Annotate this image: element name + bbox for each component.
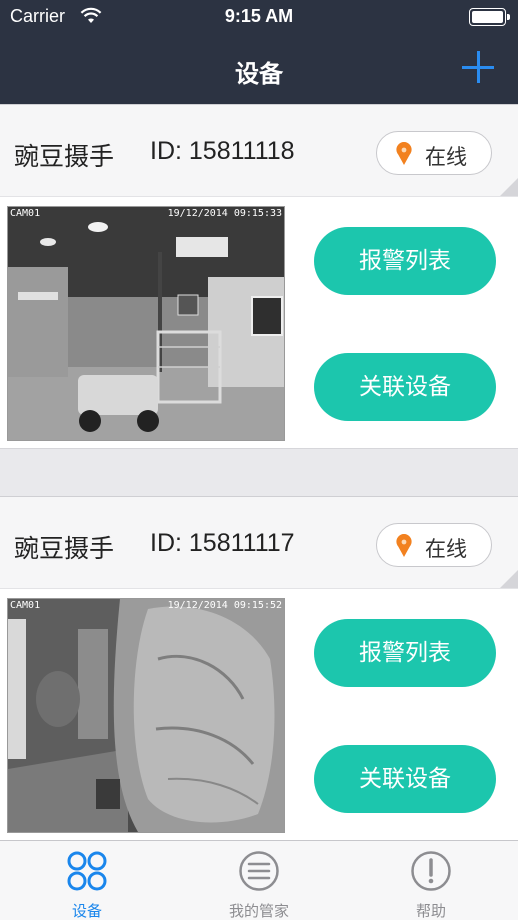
tab-label: 帮助 [415, 902, 446, 920]
status-bar: Carrier 9:15 AM [0, 0, 518, 34]
online-status-badge: 在线 [376, 131, 492, 175]
battery-icon [469, 8, 510, 26]
device-id: ID: 15811118 [150, 137, 295, 165]
linked-devices-button[interactable]: 关联设备 [314, 353, 496, 421]
tab-help[interactable]: 帮助 [345, 841, 517, 920]
add-device-button[interactable] [462, 51, 494, 83]
expand-corner-indicator [500, 178, 518, 196]
alarm-list-button[interactable]: 报警列表 [314, 227, 496, 295]
camera-timestamp: 19/12/2014 09:15:33 [167, 208, 282, 219]
online-status-badge: 在线 [376, 523, 492, 567]
device-card-body: CAM01 19/12/2014 09:15:33 报警列表 关联设备 [0, 197, 518, 449]
tab-label: 设备 [71, 902, 102, 920]
status-text: 在线 [425, 145, 467, 169]
linked-devices-button[interactable]: 关联设备 [314, 745, 496, 813]
device-id: ID: 15811117 [150, 529, 295, 557]
device-name: 豌豆摄手 [14, 142, 115, 171]
location-pin-icon [396, 534, 412, 557]
camera-label: CAM01 [10, 600, 41, 611]
camera-snapshot-image [8, 599, 284, 832]
alarm-list-button[interactable]: 报警列表 [314, 619, 496, 687]
device-card-header[interactable]: 豌豆摄手 ID: 15811118 在线 [0, 104, 518, 197]
clock-time: 9:15 AM [224, 6, 294, 26]
navigation-bar: 设备 [0, 34, 518, 104]
camera-timestamp: 19/12/2014 09:15:52 [167, 600, 282, 611]
status-text: 在线 [425, 537, 467, 561]
tab-devices[interactable]: 设备 [1, 841, 173, 920]
expand-corner-indicator [500, 570, 518, 588]
tab-my-butler[interactable]: 我的管家 [173, 841, 345, 920]
camera-snapshot-image [8, 207, 284, 440]
list-circle-icon [239, 851, 279, 891]
camera-preview[interactable]: CAM01 19/12/2014 09:15:33 [7, 206, 285, 441]
page-title: 设备 [235, 60, 283, 88]
camera-label: CAM01 [10, 208, 41, 219]
devices-grid-icon [67, 851, 107, 891]
camera-preview[interactable]: CAM01 19/12/2014 09:15:52 [7, 598, 285, 833]
device-card: 豌豆摄手 ID: 15811117 在线 CAM01 19/12/2014 09… [0, 496, 518, 840]
tab-label: 我的管家 [228, 902, 289, 920]
device-card-body: CAM01 19/12/2014 09:15:52 报警列表 关联设备 [0, 589, 518, 840]
device-card-header[interactable]: 豌豆摄手 ID: 15811117 在线 [0, 496, 518, 589]
location-pin-icon [396, 142, 412, 165]
exclamation-circle-icon [411, 851, 451, 891]
device-name: 豌豆摄手 [14, 534, 115, 563]
device-list[interactable]: 豌豆摄手 ID: 15811118 在线 CAM01 19/12/2014 09… [0, 104, 518, 840]
device-card: 豌豆摄手 ID: 15811118 在线 CAM01 19/12/2014 09… [0, 104, 518, 449]
tab-bar: 设备 我的管家 帮助 [0, 840, 518, 920]
